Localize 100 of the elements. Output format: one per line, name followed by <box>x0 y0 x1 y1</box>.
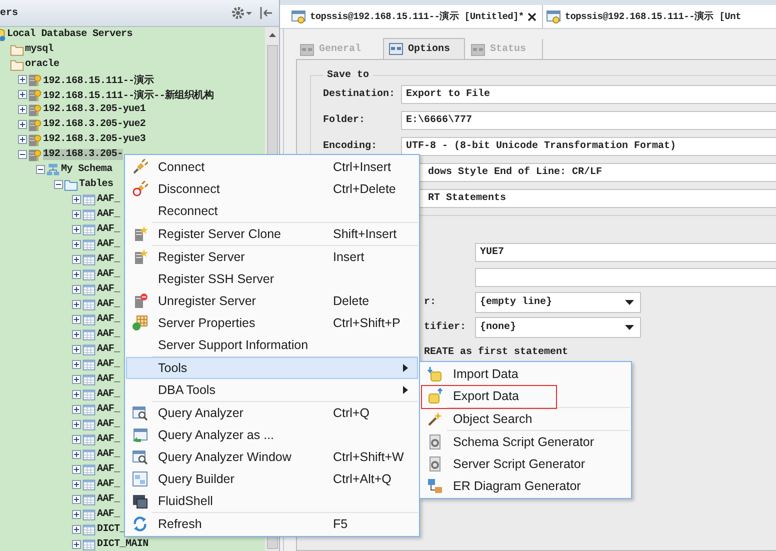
expand-icon[interactable] <box>72 345 80 354</box>
expand-icon[interactable] <box>18 120 26 129</box>
expand-icon[interactable] <box>72 420 80 429</box>
tree-item[interactable]: AAF_ <box>97 194 120 205</box>
expand-icon[interactable] <box>72 285 80 294</box>
expand-icon[interactable] <box>72 480 80 489</box>
expand-icon[interactable] <box>18 75 26 84</box>
close-icon[interactable] <box>526 12 537 22</box>
tree-item[interactable]: 192.168.3.205-yue1 <box>43 104 146 115</box>
tree-item[interactable]: My Schema <box>61 164 112 175</box>
menu-item[interactable]: ER Diagram Generator <box>421 475 630 497</box>
menu-item[interactable]: Query Analyzer Window Ctrl+Shift+W <box>126 446 418 468</box>
expand-icon[interactable] <box>72 300 80 309</box>
menu-item[interactable]: Server Support Information <box>126 334 418 356</box>
tree-item[interactable]: 192.168.15.111--演示 <box>43 72 154 86</box>
tree-item[interactable]: AAF_ <box>97 269 120 280</box>
expand-icon[interactable] <box>72 540 80 549</box>
expand-icon[interactable] <box>72 450 80 459</box>
tree-item[interactable]: AAF_ <box>97 359 120 370</box>
tree-item[interactable]: 192.168.3.205-yue3 <box>43 134 146 145</box>
collapse-icon[interactable] <box>18 150 26 159</box>
tree-item[interactable]: 192.168.3.205- <box>43 149 123 160</box>
menu-item[interactable]: Export Data <box>421 385 630 407</box>
tree-item[interactable]: AAF_ <box>97 224 120 235</box>
tree-item[interactable]: AAF_ <box>97 344 120 355</box>
tree-item[interactable]: AAF_ <box>97 419 120 430</box>
checkbox-label[interactable]: REATE as first statement <box>424 347 568 358</box>
expand-icon[interactable] <box>72 255 80 264</box>
tree-item[interactable]: AAF_ <box>97 449 120 460</box>
tree-item[interactable]: Tables <box>79 179 114 190</box>
menu-item[interactable]: Server Script Generator <box>421 453 630 475</box>
collapse-icon[interactable] <box>54 180 62 189</box>
tree-item[interactable]: 192.168.3.205-yue2 <box>43 119 146 130</box>
expand-icon[interactable] <box>18 105 26 114</box>
menu-item[interactable]: Register SSH Server <box>126 268 418 290</box>
expand-icon[interactable] <box>18 90 26 99</box>
tree-item[interactable]: AAF_ <box>97 299 120 310</box>
input-field[interactable]: E:\6666\777 <box>401 110 776 130</box>
input-field[interactable] <box>475 268 776 287</box>
menu-item[interactable]: Register Server Clone Shift+Insert <box>126 223 418 245</box>
tree-item[interactable]: AAF_ <box>97 479 120 490</box>
tree-item[interactable]: DICT_ <box>97 524 126 535</box>
expand-icon[interactable] <box>72 525 80 534</box>
expand-icon[interactable] <box>18 135 26 144</box>
expand-icon[interactable] <box>72 240 80 249</box>
tree-item[interactable]: AAF_ <box>97 209 120 220</box>
field-label: Encoding: <box>323 140 378 152</box>
tree-item[interactable]: AAF_ <box>97 389 120 400</box>
expand-icon[interactable] <box>72 390 80 399</box>
tree-item[interactable]: Local Database Servers <box>7 29 132 40</box>
menu-item[interactable]: Object Search <box>421 408 630 430</box>
menu-item[interactable]: Query Analyzer Ctrl+Q <box>126 402 418 424</box>
menu-item[interactable]: Unregister Server Delete <box>126 290 418 312</box>
tree-item[interactable]: AAF_ <box>97 254 120 265</box>
input-field[interactable]: Export to File <box>401 84 776 104</box>
expand-icon[interactable] <box>72 270 80 279</box>
expand-icon[interactable] <box>72 435 80 444</box>
tree-item[interactable]: mysql <box>25 44 54 55</box>
expand-icon[interactable] <box>72 465 80 474</box>
tree-item[interactable]: DICT_MAIN <box>97 539 148 550</box>
tree-item[interactable]: AAF_ <box>97 329 120 340</box>
expand-icon[interactable] <box>72 210 80 219</box>
tree-item[interactable]: AAF_ <box>97 464 120 475</box>
expand-icon[interactable] <box>72 330 80 339</box>
tree-item[interactable]: AAF_ <box>97 494 120 505</box>
menu-item[interactable]: Register Server Insert <box>126 246 418 268</box>
expand-icon[interactable] <box>72 405 80 414</box>
dropdown[interactable]: {empty line} <box>475 292 641 313</box>
tree-item[interactable]: AAF_ <box>97 314 120 325</box>
menu-item[interactable]: Tools <box>126 357 418 379</box>
expand-icon[interactable] <box>72 315 80 324</box>
table-icon <box>82 402 96 416</box>
tree-item[interactable]: AAF_ <box>97 374 120 385</box>
tree-item[interactable]: AAF_ <box>97 509 120 520</box>
menu-item[interactable]: Import Data <box>421 363 630 385</box>
tab[interactable]: Options <box>383 38 466 59</box>
tree-item[interactable]: AAF_ <box>97 284 120 295</box>
input-field[interactable]: UTF-8 - (8-bit Unicode Transformation Format) <box>401 136 776 156</box>
expand-icon[interactable] <box>72 225 80 234</box>
menu-item[interactable]: FluidShell <box>126 490 418 512</box>
expand-icon[interactable] <box>72 195 80 204</box>
dropdown[interactable]: {none} <box>475 317 641 338</box>
expand-icon[interactable] <box>72 510 80 519</box>
collapse-icon[interactable] <box>36 165 44 174</box>
menu-item[interactable]: Refresh F5 <box>126 513 418 535</box>
tree-item[interactable]: 192.168.15.111--演示--新组织机构 <box>43 88 214 102</box>
input-field[interactable]: YUE7 <box>475 243 776 262</box>
tree-item[interactable]: AAF_ <box>97 434 120 445</box>
menu-item[interactable]: DBA Tools <box>126 379 418 401</box>
tree-item[interactable]: oracle <box>25 59 60 70</box>
menu-item[interactable]: Server Properties Ctrl+Shift+P <box>126 312 418 334</box>
tree-item[interactable]: AAF_ <box>97 404 120 415</box>
pin-icon[interactable] <box>259 6 273 20</box>
expand-icon[interactable] <box>72 495 80 504</box>
menu-item[interactable]: Query Builder Ctrl+Alt+Q <box>126 468 418 490</box>
menu-item[interactable]: Schema Script Generator <box>421 431 630 453</box>
expand-icon[interactable] <box>72 360 80 369</box>
menu-item[interactable]: Query Analyzer as ... <box>126 424 418 446</box>
tree-item[interactable]: AAF_ <box>97 239 120 250</box>
expand-icon[interactable] <box>72 375 80 384</box>
